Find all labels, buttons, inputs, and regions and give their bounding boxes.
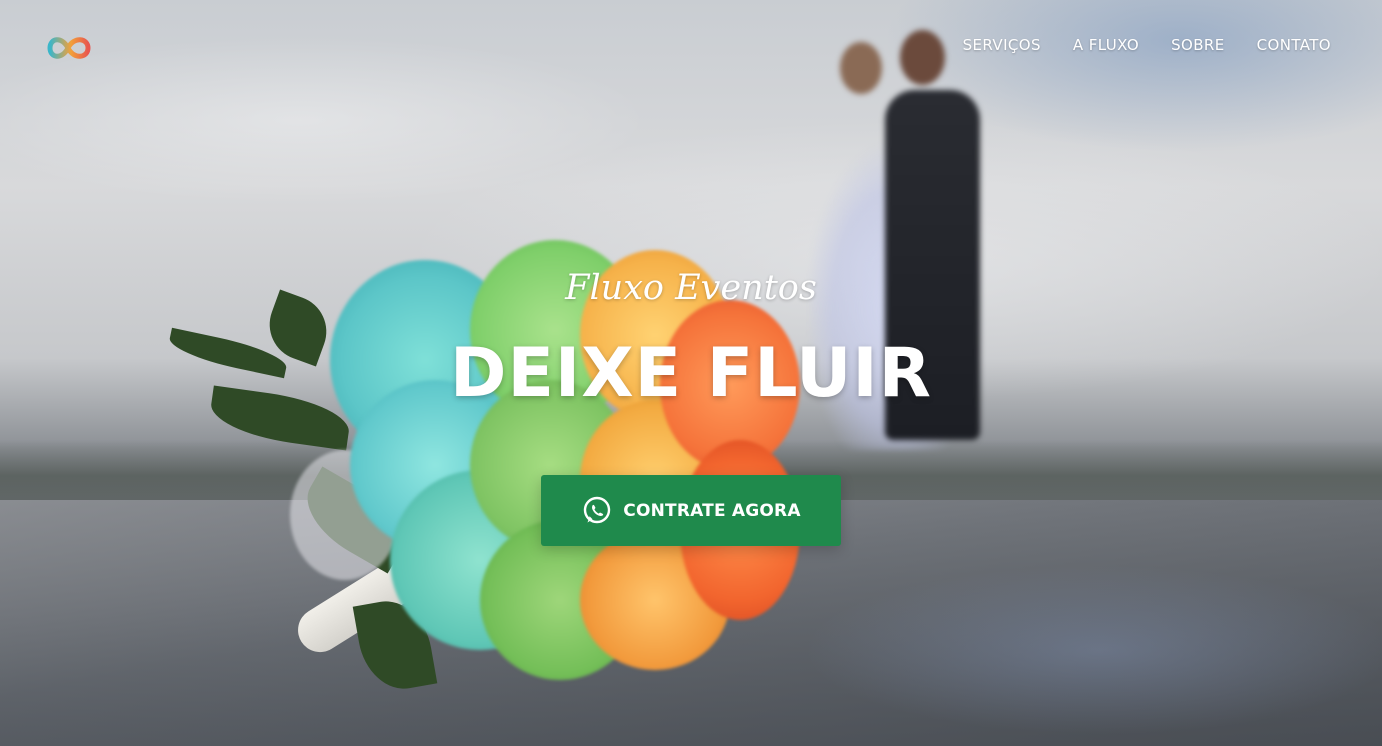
brand-tagline: Fluxo Eventos (565, 268, 817, 308)
nav-item-contato[interactable]: CONTATO (1257, 36, 1331, 54)
nav-item-a-fluxo[interactable]: A FLUXO (1073, 36, 1139, 54)
nav-item-sobre[interactable]: SOBRE (1171, 36, 1225, 54)
hero-section: SERVIÇOS A FLUXO SOBRE CONTATO Fluxo Eve… (0, 0, 1382, 746)
infinity-logo-icon[interactable] (42, 28, 94, 68)
main-nav: SERVIÇOS A FLUXO SOBRE CONTATO (931, 36, 1331, 54)
ground-sheen (700, 560, 1382, 746)
contrate-agora-button[interactable]: CONTRATE AGORA (541, 475, 841, 546)
whatsapp-icon (584, 496, 611, 523)
hero-headline: DEIXE FLUIR (450, 334, 932, 413)
nav-item-servicos[interactable]: SERVIÇOS (963, 36, 1041, 54)
cta-label: CONTRATE AGORA (623, 500, 801, 521)
bride-head (840, 42, 882, 94)
